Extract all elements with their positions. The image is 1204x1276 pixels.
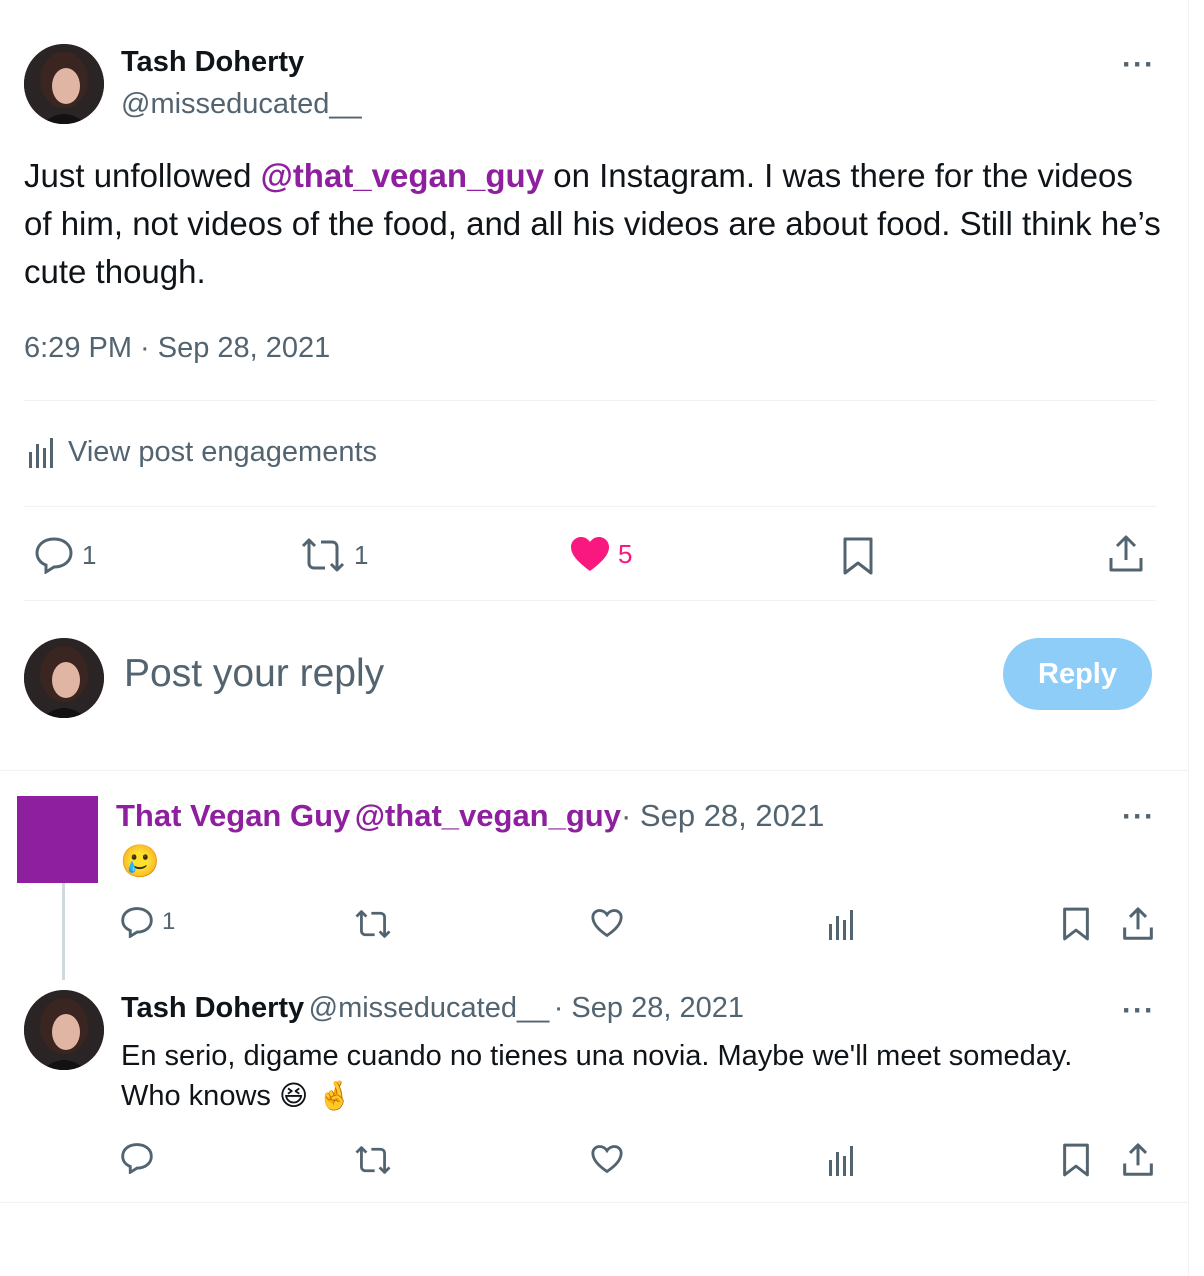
repost-icon [354, 1144, 392, 1176]
reply1-header: That Vegan Guy @that_vegan_guy· Sep 28, … [116, 798, 824, 834]
share-icon [1122, 906, 1154, 942]
analytics-icon [28, 437, 56, 468]
reply2-author-name[interactable]: Tash Doherty [121, 992, 304, 1024]
reply-icon [120, 1142, 154, 1174]
reply-icon [34, 536, 74, 574]
reply-icon [120, 906, 154, 938]
author-handle[interactable]: @misseducated__ [121, 88, 362, 121]
more-icon[interactable]: ··· [1122, 996, 1155, 1026]
author-name[interactable]: Tash Doherty [121, 46, 304, 79]
reply1-share-action[interactable] [1122, 906, 1154, 942]
analytics-icon [828, 910, 856, 940]
like-count: 5 [618, 538, 633, 569]
reply2-analytics-action[interactable] [828, 1146, 856, 1176]
bookmark-icon [1062, 1142, 1090, 1178]
reply-button[interactable]: Reply [1003, 638, 1152, 710]
reply2-repost-action[interactable] [354, 1144, 392, 1176]
more-icon[interactable]: ··· [1122, 802, 1155, 832]
repost-icon [300, 536, 346, 574]
repost-action[interactable]: 1 [300, 536, 368, 574]
analytics-icon [828, 1146, 856, 1176]
reply2-avatar[interactable] [24, 990, 104, 1070]
heart-icon [590, 1144, 624, 1174]
reply2-bookmark-action[interactable] [1062, 1142, 1090, 1178]
reply2-emojis: 😆 🤞 [278, 1079, 352, 1112]
reply2-text-who-knows: Who knows [121, 1080, 271, 1112]
more-icon[interactable]: ··· [1122, 50, 1155, 80]
divider [24, 600, 1156, 601]
reply1-text: 🥲 [120, 842, 160, 880]
reply2-author-handle[interactable]: @misseducated__ [309, 992, 550, 1024]
bookmark-icon [1062, 906, 1090, 942]
reply1-repost-action[interactable] [354, 908, 392, 940]
reply1-reply-count: 1 [162, 908, 176, 935]
post-text: Just unfollowed @that_vegan_guy on Insta… [24, 152, 1164, 296]
mention-link[interactable]: @that_vegan_guy [261, 157, 544, 194]
repost-count: 1 [354, 539, 369, 570]
reply1-date[interactable]: · Sep 28, 2021 [621, 798, 824, 833]
post-text-start: Just unfollowed [24, 157, 261, 194]
reply1-analytics-action[interactable] [828, 910, 856, 940]
reply-action[interactable]: 1 [34, 536, 96, 574]
view-engagements-label: View post engagements [68, 436, 378, 468]
heart-icon [570, 536, 610, 572]
bookmark-action[interactable] [842, 536, 874, 576]
reply1-bookmark-action[interactable] [1062, 906, 1090, 942]
reply2-date[interactable]: · Sep 28, 2021 [554, 992, 744, 1024]
reply2-text-line1: En serio, digame cuando no tienes una no… [121, 1040, 1073, 1072]
reply2-like-action[interactable] [590, 1144, 624, 1174]
reply1-reply-action[interactable]: 1 [120, 906, 175, 938]
section-divider [0, 770, 1188, 771]
reply2-share-action[interactable] [1122, 1142, 1154, 1178]
post-timestamp[interactable]: 6:29 PM · Sep 28, 2021 [24, 332, 330, 365]
reply-count: 1 [82, 539, 97, 570]
repost-icon [354, 908, 392, 940]
reply2-text-line2: Who knows 😆 🤞 [121, 1076, 352, 1116]
reply-input[interactable]: Post your reply [124, 652, 384, 696]
heart-icon [590, 908, 624, 938]
bookmark-icon [842, 536, 874, 576]
share-icon [1108, 534, 1144, 574]
divider [24, 506, 1156, 507]
share-icon [1122, 1142, 1154, 1178]
section-divider [0, 1202, 1188, 1203]
thread-line [62, 883, 65, 980]
composer-avatar[interactable] [24, 638, 104, 718]
like-action[interactable]: 5 [570, 536, 632, 572]
reply2-header: Tash Doherty @misseducated__ · Sep 28, 2… [121, 992, 744, 1025]
share-action[interactable] [1108, 534, 1144, 574]
right-border [1188, 0, 1189, 1276]
reply1-author-name[interactable]: That Vegan Guy [116, 798, 350, 833]
reply1-author-handle[interactable]: @that_vegan_guy [355, 798, 621, 833]
reply1-like-action[interactable] [590, 908, 624, 938]
divider [24, 400, 1156, 401]
vegan-guy-avatar[interactable] [17, 796, 98, 883]
view-engagements-link[interactable]: View post engagements [28, 436, 377, 469]
author-avatar[interactable] [24, 44, 104, 124]
reply2-reply-action[interactable] [120, 1142, 154, 1174]
